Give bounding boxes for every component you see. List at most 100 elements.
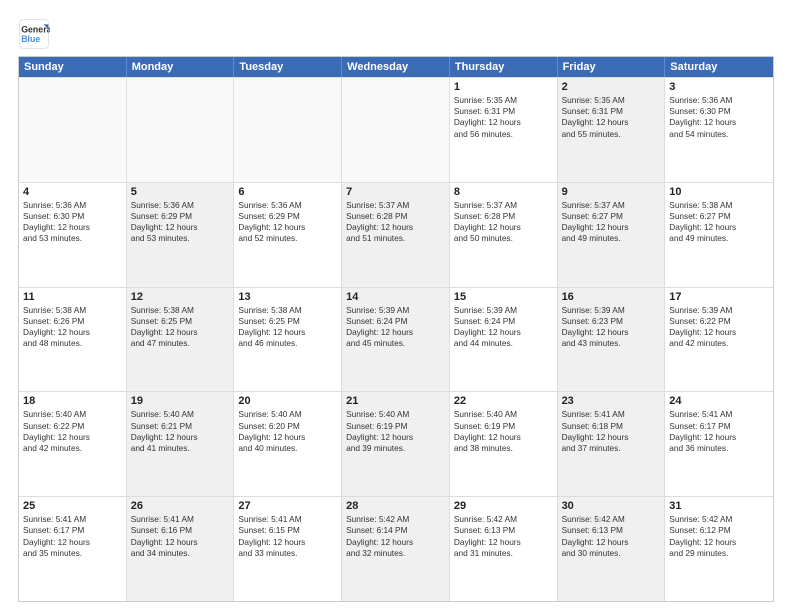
cell-info-line: Sunset: 6:25 PM xyxy=(131,316,230,327)
day-cell-29: 29Sunrise: 5:42 AMSunset: 6:13 PMDayligh… xyxy=(450,497,558,601)
day-cell-18: 18Sunrise: 5:40 AMSunset: 6:22 PMDayligh… xyxy=(19,392,127,496)
day-cell-23: 23Sunrise: 5:41 AMSunset: 6:18 PMDayligh… xyxy=(558,392,666,496)
day-number: 3 xyxy=(669,81,769,93)
cell-info-line: Sunset: 6:28 PM xyxy=(346,211,445,222)
header-day-saturday: Saturday xyxy=(665,57,773,77)
cell-info-line: and 31 minutes. xyxy=(454,548,553,559)
day-cell-26: 26Sunrise: 5:41 AMSunset: 6:16 PMDayligh… xyxy=(127,497,235,601)
cell-info-line: and 45 minutes. xyxy=(346,338,445,349)
cell-info-line: Sunrise: 5:38 AM xyxy=(238,305,337,316)
cell-info-line: and 39 minutes. xyxy=(346,443,445,454)
cell-info-line: and 29 minutes. xyxy=(669,548,769,559)
cell-info-line: Daylight: 12 hours xyxy=(562,537,661,548)
cell-info-line: and 51 minutes. xyxy=(346,233,445,244)
cell-info-line: Sunset: 6:13 PM xyxy=(562,525,661,536)
calendar-row-4: 25Sunrise: 5:41 AMSunset: 6:17 PMDayligh… xyxy=(19,496,773,601)
cell-info-line: Sunset: 6:18 PM xyxy=(562,421,661,432)
cell-info-line: Sunrise: 5:42 AM xyxy=(346,514,445,525)
cell-info-line: Sunrise: 5:42 AM xyxy=(669,514,769,525)
header-day-wednesday: Wednesday xyxy=(342,57,450,77)
day-cell-17: 17Sunrise: 5:39 AMSunset: 6:22 PMDayligh… xyxy=(665,288,773,392)
logo: General Blue xyxy=(18,18,50,50)
day-number: 18 xyxy=(23,395,122,407)
empty-cell xyxy=(342,78,450,182)
cell-info-line: Sunset: 6:23 PM xyxy=(562,316,661,327)
day-cell-12: 12Sunrise: 5:38 AMSunset: 6:25 PMDayligh… xyxy=(127,288,235,392)
cell-info-line: and 38 minutes. xyxy=(454,443,553,454)
cell-info-line: Sunset: 6:26 PM xyxy=(23,316,122,327)
cell-info-line: Daylight: 12 hours xyxy=(238,327,337,338)
cell-info-line: and 56 minutes. xyxy=(454,129,553,140)
cell-info-line: Daylight: 12 hours xyxy=(669,117,769,128)
day-number: 19 xyxy=(131,395,230,407)
cell-info-line: and 48 minutes. xyxy=(23,338,122,349)
header-day-sunday: Sunday xyxy=(19,57,127,77)
header-day-tuesday: Tuesday xyxy=(234,57,342,77)
cell-info-line: Sunrise: 5:38 AM xyxy=(23,305,122,316)
day-cell-5: 5Sunrise: 5:36 AMSunset: 6:29 PMDaylight… xyxy=(127,183,235,287)
cell-info-line: and 41 minutes. xyxy=(131,443,230,454)
cell-info-line: Sunset: 6:14 PM xyxy=(346,525,445,536)
cell-info-line: Daylight: 12 hours xyxy=(238,537,337,548)
day-number: 11 xyxy=(23,291,122,303)
cell-info-line: Daylight: 12 hours xyxy=(23,537,122,548)
calendar-header: SundayMondayTuesdayWednesdayThursdayFrid… xyxy=(19,57,773,77)
day-number: 1 xyxy=(454,81,553,93)
cell-info-line: Sunrise: 5:38 AM xyxy=(669,200,769,211)
cell-info-line: Sunrise: 5:35 AM xyxy=(454,95,553,106)
calendar-body: 1Sunrise: 5:35 AMSunset: 6:31 PMDaylight… xyxy=(19,77,773,601)
cell-info-line: and 30 minutes. xyxy=(562,548,661,559)
cell-info-line: Sunrise: 5:41 AM xyxy=(23,514,122,525)
cell-info-line: Sunset: 6:20 PM xyxy=(238,421,337,432)
day-cell-28: 28Sunrise: 5:42 AMSunset: 6:14 PMDayligh… xyxy=(342,497,450,601)
cell-info-line: Sunrise: 5:40 AM xyxy=(346,409,445,420)
day-cell-13: 13Sunrise: 5:38 AMSunset: 6:25 PMDayligh… xyxy=(234,288,342,392)
cell-info-line: Daylight: 12 hours xyxy=(454,432,553,443)
day-number: 24 xyxy=(669,395,769,407)
cell-info-line: Sunrise: 5:41 AM xyxy=(669,409,769,420)
cell-info-line: and 50 minutes. xyxy=(454,233,553,244)
day-cell-30: 30Sunrise: 5:42 AMSunset: 6:13 PMDayligh… xyxy=(558,497,666,601)
cell-info-line: Sunrise: 5:37 AM xyxy=(346,200,445,211)
cell-info-line: Sunrise: 5:39 AM xyxy=(454,305,553,316)
cell-info-line: and 47 minutes. xyxy=(131,338,230,349)
day-cell-11: 11Sunrise: 5:38 AMSunset: 6:26 PMDayligh… xyxy=(19,288,127,392)
cell-info-line: Sunrise: 5:39 AM xyxy=(669,305,769,316)
day-number: 4 xyxy=(23,186,122,198)
cell-info-line: Sunset: 6:22 PM xyxy=(23,421,122,432)
day-cell-25: 25Sunrise: 5:41 AMSunset: 6:17 PMDayligh… xyxy=(19,497,127,601)
day-cell-4: 4Sunrise: 5:36 AMSunset: 6:30 PMDaylight… xyxy=(19,183,127,287)
empty-cell xyxy=(127,78,235,182)
cell-info-line: Sunrise: 5:40 AM xyxy=(238,409,337,420)
cell-info-line: Sunrise: 5:39 AM xyxy=(346,305,445,316)
day-number: 22 xyxy=(454,395,553,407)
cell-info-line: Sunset: 6:29 PM xyxy=(238,211,337,222)
cell-info-line: Sunrise: 5:36 AM xyxy=(131,200,230,211)
day-number: 5 xyxy=(131,186,230,198)
day-number: 21 xyxy=(346,395,445,407)
cell-info-line: Daylight: 12 hours xyxy=(669,432,769,443)
day-number: 25 xyxy=(23,500,122,512)
cell-info-line: Sunrise: 5:37 AM xyxy=(454,200,553,211)
calendar-row-3: 18Sunrise: 5:40 AMSunset: 6:22 PMDayligh… xyxy=(19,391,773,496)
cell-info-line: Sunrise: 5:40 AM xyxy=(23,409,122,420)
day-number: 20 xyxy=(238,395,337,407)
cell-info-line: Sunrise: 5:36 AM xyxy=(669,95,769,106)
cell-info-line: and 54 minutes. xyxy=(669,129,769,140)
day-number: 17 xyxy=(669,291,769,303)
calendar-row-0: 1Sunrise: 5:35 AMSunset: 6:31 PMDaylight… xyxy=(19,77,773,182)
cell-info-line: Daylight: 12 hours xyxy=(346,222,445,233)
cell-info-line: Sunset: 6:29 PM xyxy=(131,211,230,222)
cell-info-line: Daylight: 12 hours xyxy=(669,222,769,233)
header-day-friday: Friday xyxy=(558,57,666,77)
cell-info-line: Sunset: 6:24 PM xyxy=(346,316,445,327)
cell-info-line: and 40 minutes. xyxy=(238,443,337,454)
day-number: 2 xyxy=(562,81,661,93)
day-number: 29 xyxy=(454,500,553,512)
header-day-thursday: Thursday xyxy=(450,57,558,77)
day-cell-8: 8Sunrise: 5:37 AMSunset: 6:28 PMDaylight… xyxy=(450,183,558,287)
cell-info-line: Sunset: 6:27 PM xyxy=(669,211,769,222)
cell-info-line: Sunrise: 5:42 AM xyxy=(562,514,661,525)
cell-info-line: Daylight: 12 hours xyxy=(346,327,445,338)
cell-info-line: Daylight: 12 hours xyxy=(562,432,661,443)
